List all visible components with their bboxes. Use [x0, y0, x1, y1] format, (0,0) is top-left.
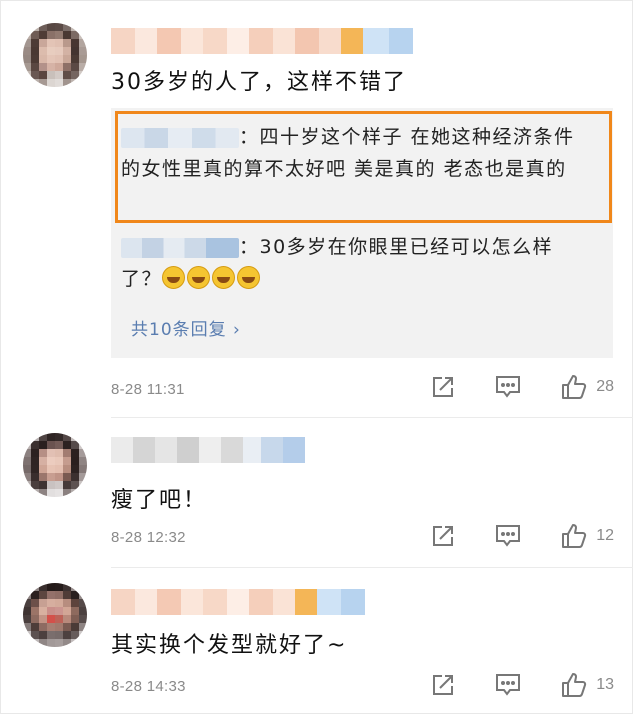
- thumbs-up-icon: [562, 375, 587, 399]
- replies-panel: ：四十岁这个样子 在她这种经济条件的女性里真的算不太好吧 美是真的 老态也是真的…: [111, 108, 613, 358]
- timestamp: 8-28 11:31: [111, 381, 185, 398]
- timestamp: 8-28 14:33: [111, 678, 186, 695]
- like-count: 12: [596, 527, 614, 544]
- comment-actions: 12: [392, 522, 614, 550]
- reply-username-blurred[interactable]: [121, 127, 239, 148]
- laughing-emoji-icon: [237, 266, 261, 289]
- username-blurred[interactable]: [111, 589, 365, 615]
- reply-item[interactable]: ：30多岁在你眼里已经可以怎么样了？: [121, 231, 591, 295]
- comment-icon: [496, 674, 521, 696]
- share-button[interactable]: [430, 672, 456, 698]
- like-count: 13: [596, 676, 614, 693]
- share-button[interactable]: [430, 374, 456, 400]
- share-button[interactable]: [430, 523, 456, 549]
- comment-button[interactable]: [494, 672, 522, 698]
- thumbs-up-icon: [562, 524, 587, 548]
- avatar[interactable]: [23, 583, 87, 647]
- comment-text: 30多岁的人了，这样不错了: [111, 70, 407, 95]
- divider: [111, 417, 633, 418]
- laughing-emoji-icon: [212, 266, 236, 289]
- comment-actions: 13: [392, 671, 614, 699]
- laughing-emoji-icon: [162, 266, 186, 289]
- share-icon: [433, 675, 454, 695]
- thumbs-up-icon: [562, 673, 587, 697]
- avatar[interactable]: [23, 433, 87, 497]
- view-all-replies-link[interactable]: 共10条回复 ›: [131, 315, 241, 340]
- comment-button[interactable]: [494, 523, 522, 549]
- like-button[interactable]: 28: [560, 373, 614, 401]
- share-icon: [433, 377, 454, 397]
- reply-username-blurred[interactable]: [121, 237, 239, 258]
- divider: [111, 567, 633, 568]
- username-blurred[interactable]: [111, 437, 305, 463]
- comment-icon: [496, 376, 521, 398]
- like-count: 28: [596, 378, 614, 395]
- like-button[interactable]: 13: [560, 671, 614, 699]
- comment-list: 30多岁的人了，这样不错了 ：四十岁这个样子 在她这种经济条件的女性里真的算不太…: [0, 0, 633, 714]
- avatar[interactable]: [23, 23, 87, 87]
- timestamp: 8-28 12:32: [111, 529, 186, 546]
- comment-text: 瘦了吧！: [111, 488, 208, 513]
- comment-icon: [496, 525, 521, 547]
- username-blurred[interactable]: [111, 28, 413, 54]
- reply-item[interactable]: ：四十岁这个样子 在她这种经济条件的女性里真的算不太好吧 美是真的 老态也是真的: [121, 121, 591, 185]
- laughing-emoji-icon: [187, 266, 211, 289]
- share-icon: [433, 526, 454, 546]
- comment-button[interactable]: [494, 374, 522, 400]
- like-button[interactable]: 12: [560, 522, 614, 550]
- comment-text: 其实换个发型就好了~: [111, 633, 348, 658]
- comment-actions: 28: [392, 373, 614, 401]
